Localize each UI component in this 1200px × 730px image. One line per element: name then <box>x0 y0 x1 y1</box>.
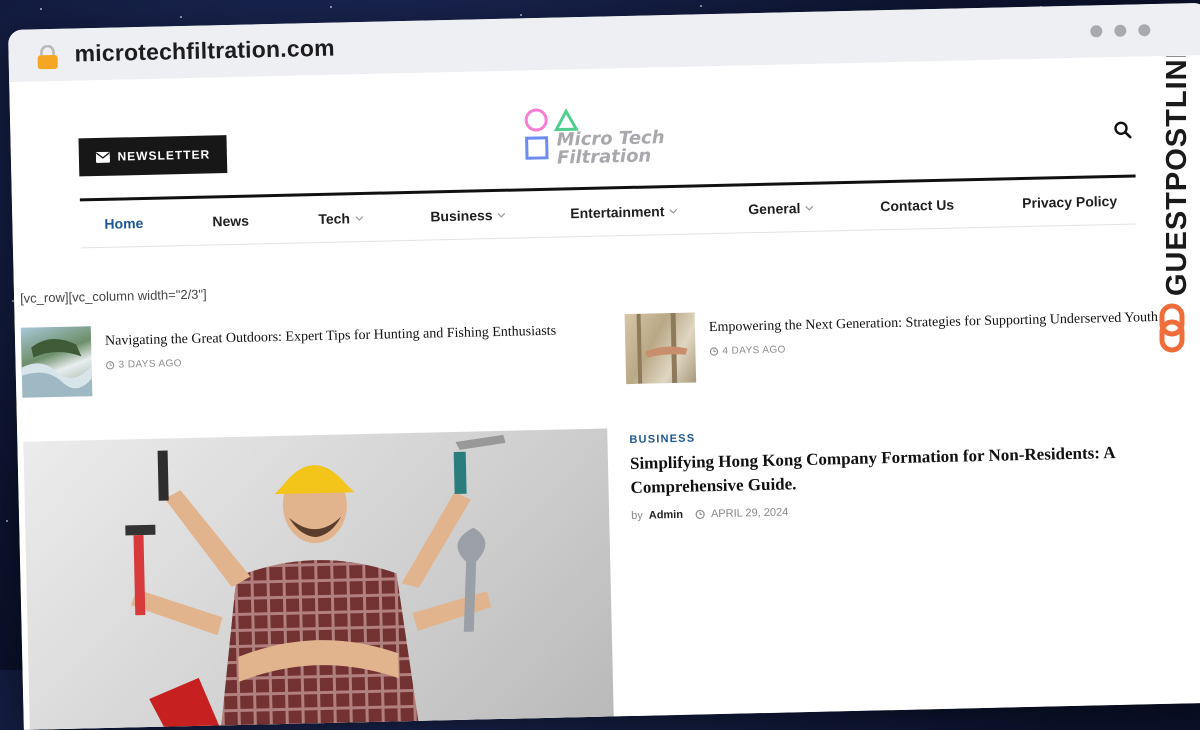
chevron-down-icon <box>805 205 814 211</box>
newsletter-label: NEWSLETTER <box>117 147 211 164</box>
featured-category[interactable]: BUSINESS <box>629 433 695 446</box>
chevron-down-icon <box>497 212 506 218</box>
article-thumbnail[interactable] <box>624 312 697 385</box>
chain-link-icon <box>1159 303 1185 353</box>
browser-window: microtechfiltration.com NEWSLETTER Micro… <box>8 2 1200 730</box>
web-page: NEWSLETTER Micro Tech Filtration Home Ne… <box>9 54 1200 730</box>
watermark-text: GUESTPOSTLINKS <box>1161 56 1193 296</box>
window-dot[interactable] <box>1138 24 1151 37</box>
shortcode-text: [vc_row][vc_column width="2/3"] <box>19 286 207 306</box>
search-icon[interactable] <box>1113 121 1132 139</box>
nav-item-news[interactable]: News <box>212 213 249 230</box>
featured-date: APRIL 29, 2024 <box>710 506 789 521</box>
featured-author[interactable]: Admin <box>649 509 683 522</box>
nav-item-general[interactable]: General <box>748 200 814 218</box>
window-dot[interactable] <box>1090 25 1103 38</box>
featured-image[interactable] <box>23 428 615 730</box>
url-text[interactable]: microtechfiltration.com <box>74 35 335 68</box>
nav-label: News <box>212 212 250 230</box>
featured-by: by <box>631 509 643 522</box>
article-title[interactable]: Navigating the Great Outdoors: Expert Ti… <box>105 324 556 350</box>
nav-label: Tech <box>318 210 351 228</box>
nav-label: Privacy Policy <box>1022 192 1118 212</box>
river-landscape-icon <box>21 339 93 398</box>
nav-item-home[interactable]: Home <box>104 215 143 232</box>
article-title[interactable]: Empowering the Next Generation: Strategi… <box>709 310 1158 336</box>
newsletter-button[interactable]: NEWSLETTER <box>78 135 228 177</box>
article-card[interactable]: Navigating the Great Outdoors: Expert Ti… <box>20 315 603 402</box>
article-card[interactable]: Empowering the Next Generation: Strategi… <box>624 301 1197 388</box>
handyman-illustration-icon <box>125 434 506 730</box>
clock-icon <box>695 509 705 520</box>
featured-title[interactable]: Simplifying Hong Kong Company Formation … <box>630 440 1151 500</box>
forest-hands-icon <box>636 312 688 384</box>
guestpostlinks-watermark: GUESTPOSTLINKS <box>1159 56 1193 353</box>
nav-label: Business <box>430 207 493 225</box>
nav-item-tech[interactable]: Tech <box>318 210 363 227</box>
lock-icon <box>37 44 58 70</box>
site-logo[interactable]: Micro Tech Filtration <box>524 104 695 174</box>
article-meta: 4 DAYS AGO <box>709 344 786 357</box>
window-controls <box>1090 24 1151 38</box>
chevron-down-icon <box>355 215 363 221</box>
clock-icon <box>709 347 719 356</box>
article-thumbnail[interactable] <box>20 326 93 398</box>
nav-item-contact-us[interactable]: Contact Us <box>880 197 954 215</box>
nav-label: Home <box>104 214 144 232</box>
nav-label: General <box>748 200 801 218</box>
envelope-icon <box>95 151 110 163</box>
article-date: 3 DAYS AGO <box>118 358 183 371</box>
chevron-down-icon <box>669 208 678 214</box>
nav-label: Contact Us <box>880 196 955 215</box>
nav-item-business[interactable]: Business <box>430 207 506 225</box>
nav-item-privacy-policy[interactable]: Privacy Policy <box>1022 193 1117 211</box>
nav-item-entertainment[interactable]: Entertainment <box>570 203 678 222</box>
article-meta: 3 DAYS AGO <box>105 358 183 371</box>
nav-label: Entertainment <box>570 203 665 222</box>
window-dot[interactable] <box>1114 24 1127 37</box>
logo-line-2: Filtration <box>556 145 652 169</box>
article-date: 4 DAYS AGO <box>722 344 786 357</box>
featured-meta: by Admin APRIL 29, 2024 <box>631 506 788 522</box>
clock-icon <box>105 361 115 370</box>
